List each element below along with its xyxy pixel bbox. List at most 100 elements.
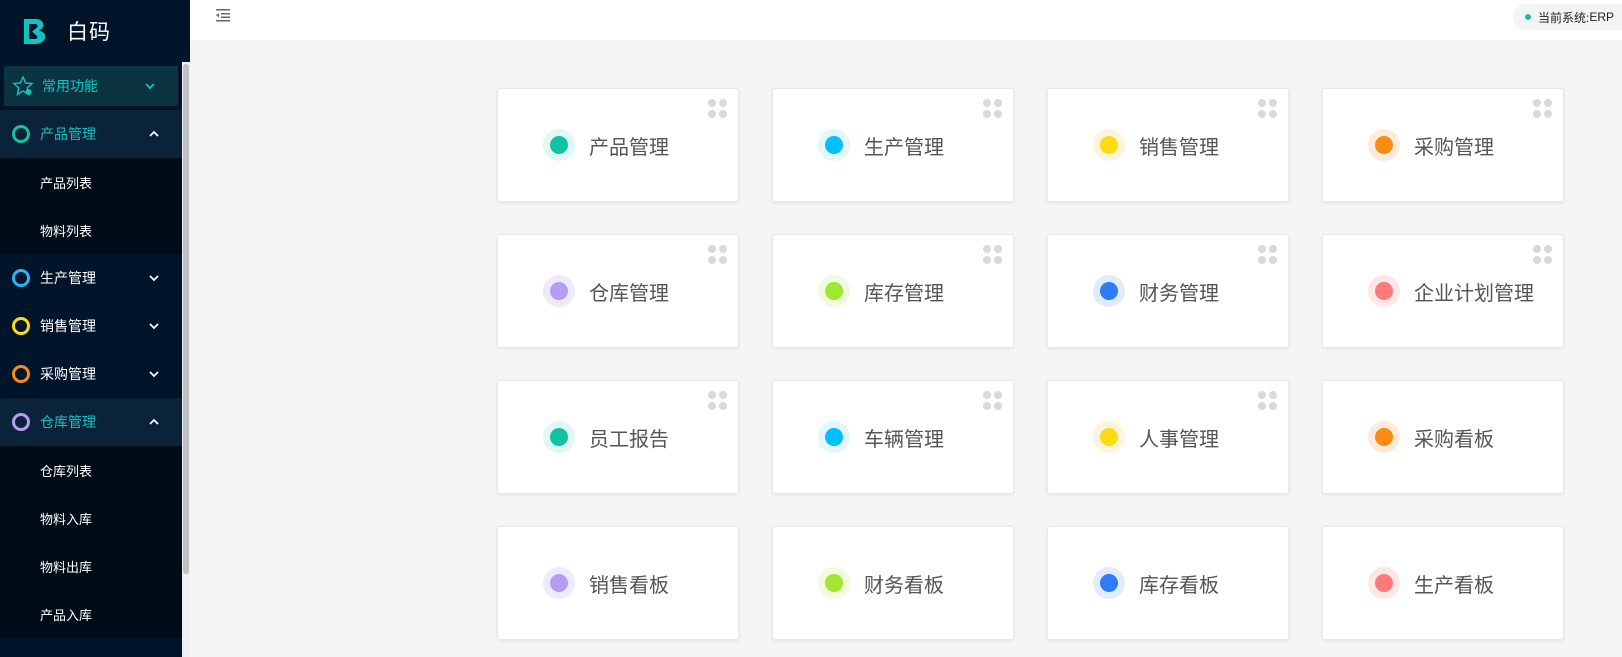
- menu-item-label: 产品列表: [40, 175, 93, 191]
- module-dot-icon: [543, 275, 575, 307]
- module-card[interactable]: 产品管理: [497, 88, 739, 202]
- menu-item-label: 物料出库: [40, 559, 93, 575]
- drag-handle-icon[interactable]: [708, 99, 728, 119]
- ring-icon: [12, 365, 30, 383]
- module-dot-icon: [818, 275, 850, 307]
- drag-handle-icon[interactable]: [1533, 99, 1553, 119]
- menu-item[interactable]: 产品入库: [0, 590, 182, 638]
- main-content: 产品管理 生产管理 销售管理 采购管理仓库管理 库存管理 财务管理 企业计划管理员工报告 车辆…: [190, 40, 1622, 657]
- module-dot-icon: [818, 567, 850, 599]
- module-card-title: 财务管理: [1139, 282, 1219, 305]
- module-card-title: 财务看板: [864, 574, 944, 597]
- module-dot-icon: [543, 421, 575, 453]
- drag-handle-icon[interactable]: [708, 245, 728, 265]
- module-dot-icon: [1093, 129, 1125, 161]
- module-card[interactable]: 库存管理: [772, 234, 1014, 348]
- module-dot-icon: [543, 129, 575, 161]
- module-card-title: 员工报告: [589, 428, 669, 451]
- menu-group-3[interactable]: 采购管理: [0, 350, 182, 398]
- menu-group-label: 产品管理: [40, 126, 96, 142]
- module-dot-icon: [543, 567, 575, 599]
- menu-group-1[interactable]: 生产管理: [0, 254, 182, 302]
- module-dot-icon: [818, 421, 850, 453]
- ring-icon: [12, 413, 30, 431]
- module-card-title: 库存管理: [864, 282, 944, 305]
- star-icon: [12, 75, 34, 96]
- sidebar-menu: 常用功能产品管理产品列表物料列表生产管理销售管理采购管理仓库管理仓库列表物料入库…: [0, 66, 182, 638]
- module-card-title: 生产管理: [864, 136, 944, 159]
- top-header: 当前系统: ERP: [190, 0, 1622, 40]
- menu-favorites[interactable]: 常用功能: [4, 66, 178, 106]
- drag-handle-icon[interactable]: [1258, 245, 1278, 265]
- module-card-title: 采购看板: [1414, 428, 1494, 451]
- menu-group-label: 仓库管理: [40, 414, 96, 430]
- module-card[interactable]: 员工报告: [497, 380, 739, 494]
- menu-item[interactable]: 物料出库: [0, 542, 182, 590]
- drag-handle-icon[interactable]: [1258, 99, 1278, 119]
- module-card-title: 人事管理: [1139, 428, 1219, 451]
- module-card[interactable]: 生产看板: [1322, 526, 1564, 640]
- chevron-down-icon: [149, 323, 159, 330]
- module-card[interactable]: 库存看板: [1047, 526, 1289, 640]
- drag-handle-icon[interactable]: [1258, 391, 1278, 411]
- current-system-indicator[interactable]: 当前系统: ERP: [1512, 4, 1622, 30]
- menu-group-label: 采购管理: [40, 366, 96, 382]
- sidebar-scrollbar-thumb[interactable]: [183, 64, 189, 574]
- ring-icon: [12, 269, 30, 287]
- module-card-title: 产品管理: [589, 136, 669, 159]
- module-card-title: 库存看板: [1139, 574, 1219, 597]
- drag-handle-icon[interactable]: [983, 391, 1003, 411]
- module-dot-icon: [1368, 275, 1400, 307]
- drag-handle-icon[interactable]: [1533, 245, 1553, 265]
- module-card-title: 仓库管理: [589, 282, 669, 305]
- menu-item[interactable]: 物料列表: [0, 206, 182, 254]
- module-card[interactable]: 企业计划管理: [1322, 234, 1564, 348]
- module-dot-icon: [1093, 421, 1125, 453]
- menu-item[interactable]: 产品列表: [0, 158, 182, 206]
- menu-group-label: 销售管理: [40, 318, 96, 334]
- drag-handle-icon[interactable]: [708, 391, 728, 411]
- drag-handle-icon[interactable]: [983, 245, 1003, 265]
- menu-item[interactable]: 物料入库: [0, 494, 182, 542]
- chevron-up-icon: [149, 130, 159, 137]
- chevron-down-icon: [149, 371, 159, 378]
- chevron-down-icon: [145, 83, 155, 90]
- menu-group-label: 生产管理: [40, 270, 96, 286]
- module-card[interactable]: 销售看板: [497, 526, 739, 640]
- menu-item-label: 产品入库: [40, 607, 93, 623]
- module-card[interactable]: 财务看板: [772, 526, 1014, 640]
- module-card[interactable]: 财务管理: [1047, 234, 1289, 348]
- module-dot-icon: [1093, 567, 1125, 599]
- logo-icon: [24, 19, 46, 44]
- menu-group-2[interactable]: 销售管理: [0, 302, 182, 350]
- module-card-grid: 产品管理 生产管理 销售管理 采购管理仓库管理 库存管理 财务管理 企业计划管理员工报告 车辆…: [497, 88, 1564, 640]
- module-dot-icon: [1368, 421, 1400, 453]
- module-card[interactable]: 采购看板: [1322, 380, 1564, 494]
- ring-icon: [12, 125, 30, 143]
- module-card-title: 车辆管理: [864, 428, 944, 451]
- module-card[interactable]: 生产管理: [772, 88, 1014, 202]
- menu-favorites-label: 常用功能: [42, 78, 98, 94]
- menu-group-4[interactable]: 仓库管理: [0, 398, 182, 446]
- menu-collapse-icon[interactable]: [214, 6, 232, 24]
- module-card-title: 生产看板: [1414, 574, 1494, 597]
- module-card[interactable]: 销售管理: [1047, 88, 1289, 202]
- module-dot-icon: [818, 129, 850, 161]
- menu-item-label: 仓库列表: [40, 463, 93, 479]
- menu-item[interactable]: 仓库列表: [0, 446, 182, 494]
- menu-group-0[interactable]: 产品管理: [0, 110, 182, 158]
- system-label: 当前系统:: [1537, 10, 1590, 25]
- app-name: 白码: [67, 21, 111, 44]
- module-card[interactable]: 仓库管理: [497, 234, 739, 348]
- menu-item-label: 物料入库: [40, 511, 93, 527]
- system-value: ERP: [1589, 10, 1614, 24]
- module-dot-icon: [1368, 129, 1400, 161]
- module-card[interactable]: 人事管理: [1047, 380, 1289, 494]
- module-card[interactable]: 采购管理: [1322, 88, 1564, 202]
- brand[interactable]: 白码: [0, 0, 190, 62]
- module-card-title: 销售看板: [589, 574, 669, 597]
- module-card-title: 销售管理: [1139, 136, 1219, 159]
- module-card[interactable]: 车辆管理: [772, 380, 1014, 494]
- status-dot-icon: [1524, 14, 1531, 20]
- drag-handle-icon[interactable]: [983, 99, 1003, 119]
